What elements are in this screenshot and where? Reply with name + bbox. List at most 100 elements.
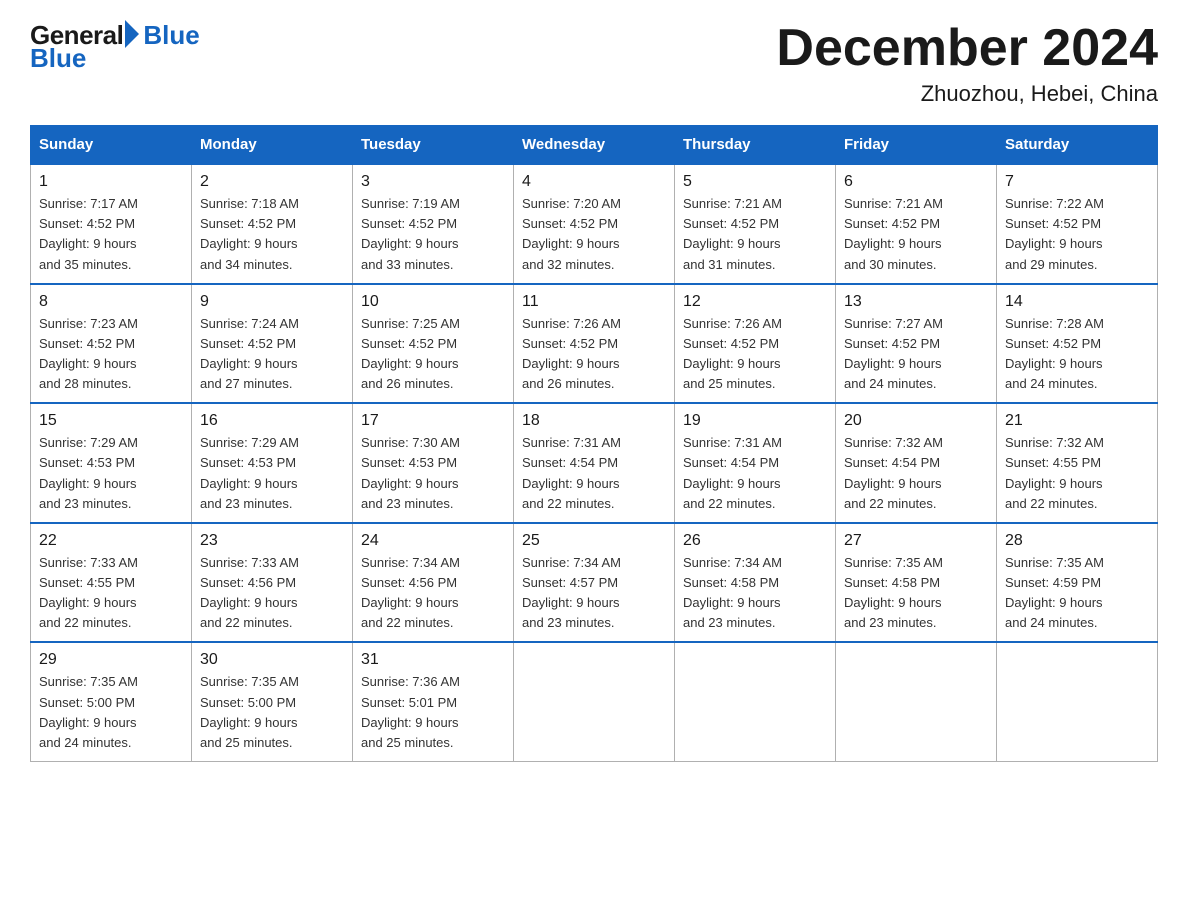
day-number: 21: [1005, 412, 1149, 430]
day-info: Sunrise: 7:19 AMSunset: 4:52 PMDaylight:…: [361, 194, 505, 275]
page-header: General Blue Blue December 2024 Zhuozhou…: [30, 20, 1158, 107]
day-number: 9: [200, 293, 344, 311]
calendar-body: 1Sunrise: 7:17 AMSunset: 4:52 PMDaylight…: [31, 164, 1158, 761]
day-info: Sunrise: 7:29 AMSunset: 4:53 PMDaylight:…: [39, 433, 183, 514]
day-cell: 10 Sunrise: 7:25 AMSunset: 4:52 PMDayligh…: [353, 284, 514, 404]
day-info: Sunrise: 7:28 AMSunset: 4:52 PMDaylight:…: [1005, 314, 1149, 395]
day-number: 31: [361, 651, 505, 669]
day-info: Sunrise: 7:33 AMSunset: 4:56 PMDaylight:…: [200, 553, 344, 634]
day-cell: 2 Sunrise: 7:18 AMSunset: 4:52 PMDaylight…: [192, 164, 353, 284]
day-info: Sunrise: 7:31 AMSunset: 4:54 PMDaylight:…: [683, 433, 827, 514]
week-row-1: 1Sunrise: 7:17 AMSunset: 4:52 PMDaylight…: [31, 164, 1158, 284]
title-block: December 2024 Zhuozhou, Hebei, China: [776, 20, 1158, 107]
day-info: Sunrise: 7:23 AMSunset: 4:52 PMDaylight:…: [39, 314, 183, 395]
day-cell: 13 Sunrise: 7:27 AMSunset: 4:52 PMDayligh…: [836, 284, 997, 404]
day-info: Sunrise: 7:21 AMSunset: 4:52 PMDaylight:…: [683, 194, 827, 275]
day-cell: 9 Sunrise: 7:24 AMSunset: 4:52 PMDaylight…: [192, 284, 353, 404]
day-number: 7: [1005, 173, 1149, 191]
day-cell: 18 Sunrise: 7:31 AMSunset: 4:54 PMDayligh…: [514, 403, 675, 523]
header-cell-friday: Friday: [836, 126, 997, 165]
day-cell: 6 Sunrise: 7:21 AMSunset: 4:52 PMDaylight…: [836, 164, 997, 284]
day-info: Sunrise: 7:31 AMSunset: 4:54 PMDaylight:…: [522, 433, 666, 514]
day-number: 2: [200, 173, 344, 191]
day-cell: 27 Sunrise: 7:35 AMSunset: 4:58 PMDayligh…: [836, 523, 997, 643]
day-info: Sunrise: 7:35 AMSunset: 5:00 PMDaylight:…: [39, 672, 183, 753]
day-number: 15: [39, 412, 183, 430]
day-number: 13: [844, 293, 988, 311]
day-info: Sunrise: 7:35 AMSunset: 4:58 PMDaylight:…: [844, 553, 988, 634]
day-cell: 21Sunrise: 7:32 AMSunset: 4:55 PMDayligh…: [997, 403, 1158, 523]
header-cell-wednesday: Wednesday: [514, 126, 675, 165]
day-info: Sunrise: 7:35 AMSunset: 4:59 PMDaylight:…: [1005, 553, 1149, 634]
day-cell: 19 Sunrise: 7:31 AMSunset: 4:54 PMDayligh…: [675, 403, 836, 523]
week-row-3: 15 Sunrise: 7:29 AMSunset: 4:53 PMDayligh…: [31, 403, 1158, 523]
day-number: 18: [522, 412, 666, 430]
day-info: Sunrise: 7:27 AMSunset: 4:52 PMDaylight:…: [844, 314, 988, 395]
day-info: Sunrise: 7:26 AMSunset: 4:52 PMDaylight:…: [683, 314, 827, 395]
day-info: Sunrise: 7:36 AMSunset: 5:01 PMDaylight:…: [361, 672, 505, 753]
header-cell-sunday: Sunday: [31, 126, 192, 165]
day-info: Sunrise: 7:34 AMSunset: 4:57 PMDaylight:…: [522, 553, 666, 634]
day-cell: 1Sunrise: 7:17 AMSunset: 4:52 PMDaylight…: [31, 164, 192, 284]
day-info: Sunrise: 7:34 AMSunset: 4:58 PMDaylight:…: [683, 553, 827, 634]
day-number: 27: [844, 532, 988, 550]
day-cell: 24 Sunrise: 7:34 AMSunset: 4:56 PMDayligh…: [353, 523, 514, 643]
day-number: 12: [683, 293, 827, 311]
day-cell: 7 Sunrise: 7:22 AMSunset: 4:52 PMDaylight…: [997, 164, 1158, 284]
day-cell: 16Sunrise: 7:29 AMSunset: 4:53 PMDayligh…: [192, 403, 353, 523]
day-info: Sunrise: 7:21 AMSunset: 4:52 PMDaylight:…: [844, 194, 988, 275]
day-number: 6: [844, 173, 988, 191]
day-number: 4: [522, 173, 666, 191]
day-info: Sunrise: 7:18 AMSunset: 4:52 PMDaylight:…: [200, 194, 344, 275]
day-cell: 25 Sunrise: 7:34 AMSunset: 4:57 PMDayligh…: [514, 523, 675, 643]
day-number: 25: [522, 532, 666, 550]
day-cell: 22 Sunrise: 7:33 AMSunset: 4:55 PMDayligh…: [31, 523, 192, 643]
day-number: 19: [683, 412, 827, 430]
day-cell: 8 Sunrise: 7:23 AMSunset: 4:52 PMDaylight…: [31, 284, 192, 404]
day-info: Sunrise: 7:35 AMSunset: 5:00 PMDaylight:…: [200, 672, 344, 753]
header-cell-tuesday: Tuesday: [353, 126, 514, 165]
day-number: 10: [361, 293, 505, 311]
day-number: 14: [1005, 293, 1149, 311]
day-info: Sunrise: 7:22 AMSunset: 4:52 PMDaylight:…: [1005, 194, 1149, 275]
day-info: Sunrise: 7:34 AMSunset: 4:56 PMDaylight:…: [361, 553, 505, 634]
day-cell: 11 Sunrise: 7:26 AMSunset: 4:52 PMDayligh…: [514, 284, 675, 404]
day-info: Sunrise: 7:30 AMSunset: 4:53 PMDaylight:…: [361, 433, 505, 514]
day-cell: [675, 642, 836, 761]
week-row-4: 22 Sunrise: 7:33 AMSunset: 4:55 PMDayligh…: [31, 523, 1158, 643]
day-number: 3: [361, 173, 505, 191]
day-number: 26: [683, 532, 827, 550]
day-info: Sunrise: 7:33 AMSunset: 4:55 PMDaylight:…: [39, 553, 183, 634]
header-row: SundayMondayTuesdayWednesdayThursdayFrid…: [31, 126, 1158, 165]
day-cell: 28Sunrise: 7:35 AMSunset: 4:59 PMDayligh…: [997, 523, 1158, 643]
week-row-5: 29 Sunrise: 7:35 AMSunset: 5:00 PMDayligh…: [31, 642, 1158, 761]
day-info: Sunrise: 7:32 AMSunset: 4:54 PMDaylight:…: [844, 433, 988, 514]
logo-blue-text: Blue: [143, 20, 199, 51]
header-cell-monday: Monday: [192, 126, 353, 165]
day-number: 24: [361, 532, 505, 550]
day-cell: [997, 642, 1158, 761]
header-cell-saturday: Saturday: [997, 126, 1158, 165]
day-cell: 23Sunrise: 7:33 AMSunset: 4:56 PMDayligh…: [192, 523, 353, 643]
day-cell: 31 Sunrise: 7:36 AMSunset: 5:01 PMDayligh…: [353, 642, 514, 761]
day-cell: 14 Sunrise: 7:28 AMSunset: 4:52 PMDayligh…: [997, 284, 1158, 404]
day-info: Sunrise: 7:25 AMSunset: 4:52 PMDaylight:…: [361, 314, 505, 395]
day-number: 30: [200, 651, 344, 669]
header-cell-thursday: Thursday: [675, 126, 836, 165]
day-cell: 15 Sunrise: 7:29 AMSunset: 4:53 PMDayligh…: [31, 403, 192, 523]
day-number: 11: [522, 293, 666, 311]
day-cell: 12 Sunrise: 7:26 AMSunset: 4:52 PMDayligh…: [675, 284, 836, 404]
day-info: Sunrise: 7:26 AMSunset: 4:52 PMDaylight:…: [522, 314, 666, 395]
day-number: 16: [200, 412, 344, 430]
day-cell: 26 Sunrise: 7:34 AMSunset: 4:58 PMDayligh…: [675, 523, 836, 643]
day-number: 8: [39, 293, 183, 311]
day-info: Sunrise: 7:24 AMSunset: 4:52 PMDaylight:…: [200, 314, 344, 395]
day-cell: 5Sunrise: 7:21 AMSunset: 4:52 PMDaylight…: [675, 164, 836, 284]
logo-bottom-text: Blue: [30, 43, 86, 74]
location-title: Zhuozhou, Hebei, China: [776, 81, 1158, 107]
day-cell: 4Sunrise: 7:20 AMSunset: 4:52 PMDaylight…: [514, 164, 675, 284]
day-number: 29: [39, 651, 183, 669]
day-number: 22: [39, 532, 183, 550]
calendar-table: SundayMondayTuesdayWednesdayThursdayFrid…: [30, 125, 1158, 762]
day-cell: 3 Sunrise: 7:19 AMSunset: 4:52 PMDaylight…: [353, 164, 514, 284]
